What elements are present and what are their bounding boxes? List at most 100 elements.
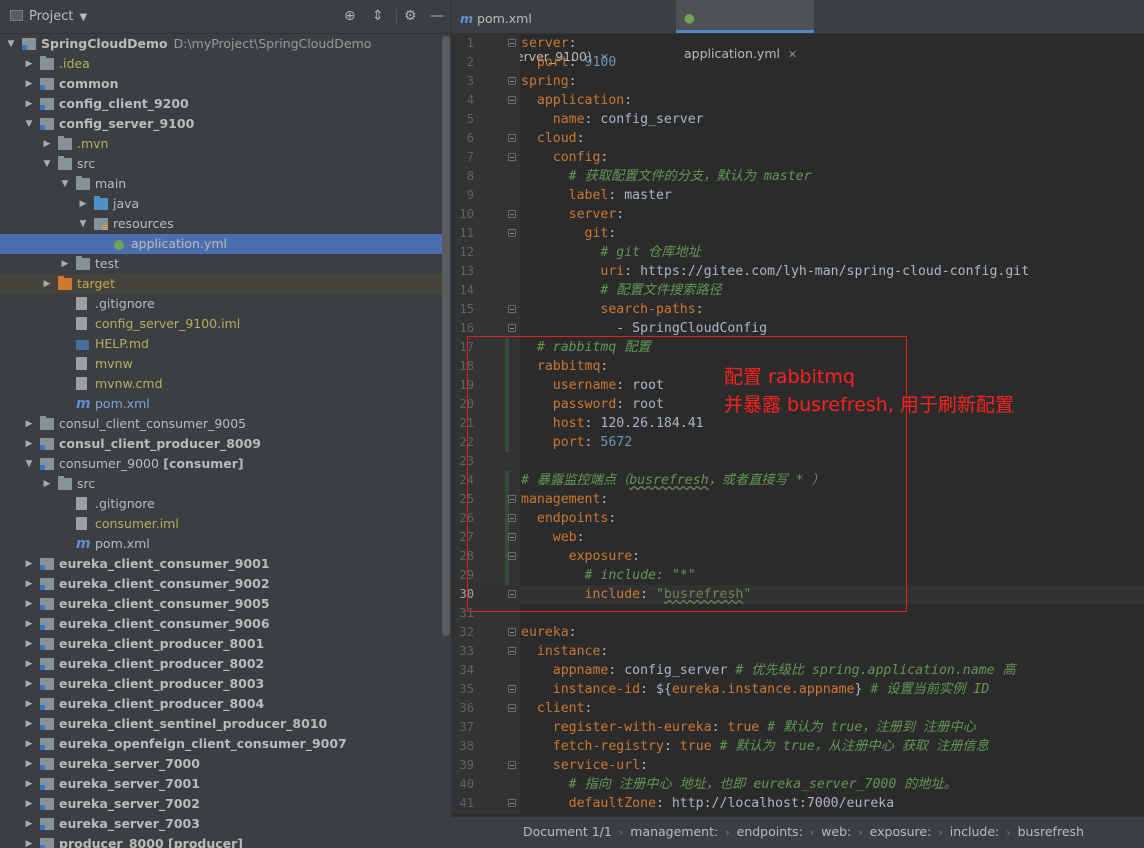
tree-item[interactable]: ▼ resources [0, 214, 444, 234]
chevron-right-icon[interactable]: ▶ [24, 734, 34, 754]
collapse-all-icon[interactable]: ⇕ [372, 8, 384, 24]
code-line[interactable]: 36 client: [452, 699, 1144, 718]
fold-marker-icon[interactable] [508, 134, 516, 142]
tree-item[interactable]: ▶ consul_client_producer_8009 [0, 434, 444, 454]
chevron-down-icon[interactable]: ▼ [42, 154, 52, 174]
breadcrumb-item[interactable]: busrefresh [1018, 817, 1084, 847]
tree-item[interactable]: .gitignore [0, 294, 444, 314]
tree-item[interactable]: ▶ eureka_server_7002 [0, 794, 444, 814]
breadcrumb-item[interactable]: endpoints: [737, 817, 803, 847]
chevron-right-icon[interactable]: ▶ [24, 614, 34, 634]
code-line[interactable]: 37 register-with-eureka: true # 默认为 true… [452, 718, 1144, 737]
chevron-right-icon[interactable]: ▶ [24, 54, 34, 74]
tree-item[interactable]: ▶ consul_client_consumer_9005 [0, 414, 444, 434]
tree-item[interactable]: ▶ eureka_client_consumer_9006 [0, 614, 444, 634]
fold-marker-icon[interactable] [508, 628, 516, 636]
chevron-right-icon[interactable]: ▶ [24, 674, 34, 694]
tree-item[interactable]: .gitignore [0, 494, 444, 514]
code-line[interactable]: 8 # 获取配置文件的分支，默认为 master [452, 167, 1144, 186]
fold-marker-icon[interactable] [508, 305, 516, 313]
chevron-right-icon[interactable]: ▶ [24, 714, 34, 734]
fold-marker-icon[interactable] [508, 153, 516, 161]
code-line[interactable]: 15 search-paths: [452, 300, 1144, 319]
tree-item[interactable]: ▼ consumer_9000 [consumer] [0, 454, 444, 474]
tree-item[interactable]: ▼ config_server_9100 [0, 114, 444, 134]
fold-marker-icon[interactable] [508, 324, 516, 332]
tree-item[interactable]: ▶ eureka_client_consumer_9001 [0, 554, 444, 574]
chevron-right-icon[interactable]: ▶ [42, 274, 52, 294]
code-line[interactable]: 34 appname: config_server # 优先级比 spring.… [452, 661, 1144, 680]
code-line[interactable]: 13 uri: https://gitee.com/lyh-man/spring… [452, 262, 1144, 281]
tab-pom-xml[interactable]: m pom.xml (config_server_9100) ✕ [452, 0, 675, 64]
chevron-right-icon[interactable]: ▶ [24, 794, 34, 814]
tree-item[interactable]: ▶ config_client_9200 [0, 94, 444, 114]
tree-item[interactable]: ▶ eureka_server_7000 [0, 754, 444, 774]
chevron-right-icon[interactable]: ▶ [24, 414, 34, 434]
tree-item[interactable]: ▶ java [0, 194, 444, 214]
chevron-right-icon[interactable]: ▶ [24, 654, 34, 674]
code-line[interactable]: 2 port: 9100 [452, 53, 1144, 72]
breadcrumb-item[interactable]: exposure: [870, 817, 932, 847]
chevron-down-icon[interactable]: ▼ [78, 214, 88, 234]
code-line[interactable]: 40 # 指向 注册中心 地址，也即 eureka_server_7000 的地… [452, 775, 1144, 794]
fold-marker-icon[interactable] [508, 704, 516, 712]
tree-item[interactable]: ▶ eureka_server_7001 [0, 774, 444, 794]
code-line[interactable]: 4 application: [452, 91, 1144, 110]
code-line[interactable]: 35 instance-id: ${eureka.instance.appnam… [452, 680, 1144, 699]
tab-application-yml[interactable]: ●application.yml ✕ [676, 0, 814, 61]
fold-marker-icon[interactable] [508, 761, 516, 769]
tree-item[interactable]: mvnw [0, 354, 444, 374]
chevron-right-icon[interactable]: ▶ [24, 594, 34, 614]
code-line[interactable]: 10 server: [452, 205, 1144, 224]
gear-icon[interactable]: ⚙ [404, 8, 417, 24]
tree-item[interactable]: ▶ eureka_client_producer_8003 [0, 674, 444, 694]
tree-item[interactable]: m pom.xml [0, 394, 444, 414]
chevron-right-icon[interactable]: ▶ [24, 754, 34, 774]
tree-item[interactable]: ▶ test [0, 254, 444, 274]
fold-marker-icon[interactable] [508, 647, 516, 655]
chevron-right-icon[interactable]: ▶ [42, 134, 52, 154]
code-line[interactable]: 11 git: [452, 224, 1144, 243]
fold-marker-icon[interactable] [508, 96, 516, 104]
chevron-right-icon[interactable]: ▶ [24, 574, 34, 594]
tree-item[interactable]: ▶ eureka_server_7003 [0, 814, 444, 834]
code-line[interactable]: 9 label: master [452, 186, 1144, 205]
tree-item[interactable]: ▶ .mvn [0, 134, 444, 154]
fold-marker-icon[interactable] [508, 799, 516, 807]
tree-item[interactable]: m pom.xml [0, 534, 444, 554]
code-line[interactable]: 39 service-url: [452, 756, 1144, 775]
chevron-down-icon[interactable]: ▼ [24, 454, 34, 474]
chevron-down-icon[interactable]: ▼ [24, 114, 34, 134]
breadcrumb-item[interactable]: Document 1/1 [523, 817, 612, 847]
chevron-right-icon[interactable]: ▶ [78, 194, 88, 214]
tree-item[interactable]: ▶ .idea [0, 54, 444, 74]
code-line[interactable]: 14 # 配置文件搜索路径 [452, 281, 1144, 300]
chevron-down-icon[interactable]: ▼ [60, 174, 70, 194]
code-line[interactable]: 32 eureka: [452, 623, 1144, 642]
tree-item[interactable]: ▶ eureka_client_producer_8001 [0, 634, 444, 654]
project-view-selector[interactable]: Project ▼ [10, 9, 87, 24]
chevron-right-icon[interactable]: ▶ [42, 474, 52, 494]
code-line[interactable]: 1 server: [452, 34, 1144, 53]
code-line[interactable]: 7 config: [452, 148, 1144, 167]
code-line[interactable]: 38 fetch-registry: true # 默认为 true，从注册中心… [452, 737, 1144, 756]
chevron-right-icon[interactable]: ▶ [24, 554, 34, 574]
breadcrumb-item[interactable]: include: [950, 817, 1000, 847]
minimize-icon[interactable]: — [430, 8, 444, 24]
chevron-right-icon[interactable]: ▶ [60, 254, 70, 274]
tree-item[interactable]: ▶ target [0, 274, 444, 294]
tree-item[interactable]: ▶ eureka_openfeign_client_consumer_9007 [0, 734, 444, 754]
tree-item[interactable]: ▶ eureka_client_consumer_9005 [0, 594, 444, 614]
locate-file-icon[interactable]: ⊕ [344, 8, 356, 24]
fold-marker-icon[interactable] [508, 77, 516, 85]
fold-marker-icon[interactable] [508, 229, 516, 237]
code-line[interactable]: 33 instance: [452, 642, 1144, 661]
breadcrumb-item[interactable]: management: [630, 817, 718, 847]
code-line[interactable]: 5 name: config_server [452, 110, 1144, 129]
code-line[interactable]: 6 cloud: [452, 129, 1144, 148]
tree-item[interactable]: ▶ eureka_client_sentinel_producer_8010 [0, 714, 444, 734]
chevron-right-icon[interactable]: ▶ [24, 814, 34, 834]
fold-marker-icon[interactable] [508, 210, 516, 218]
chevron-right-icon[interactable]: ▶ [24, 834, 34, 848]
tree-item[interactable]: HELP.md [0, 334, 444, 354]
